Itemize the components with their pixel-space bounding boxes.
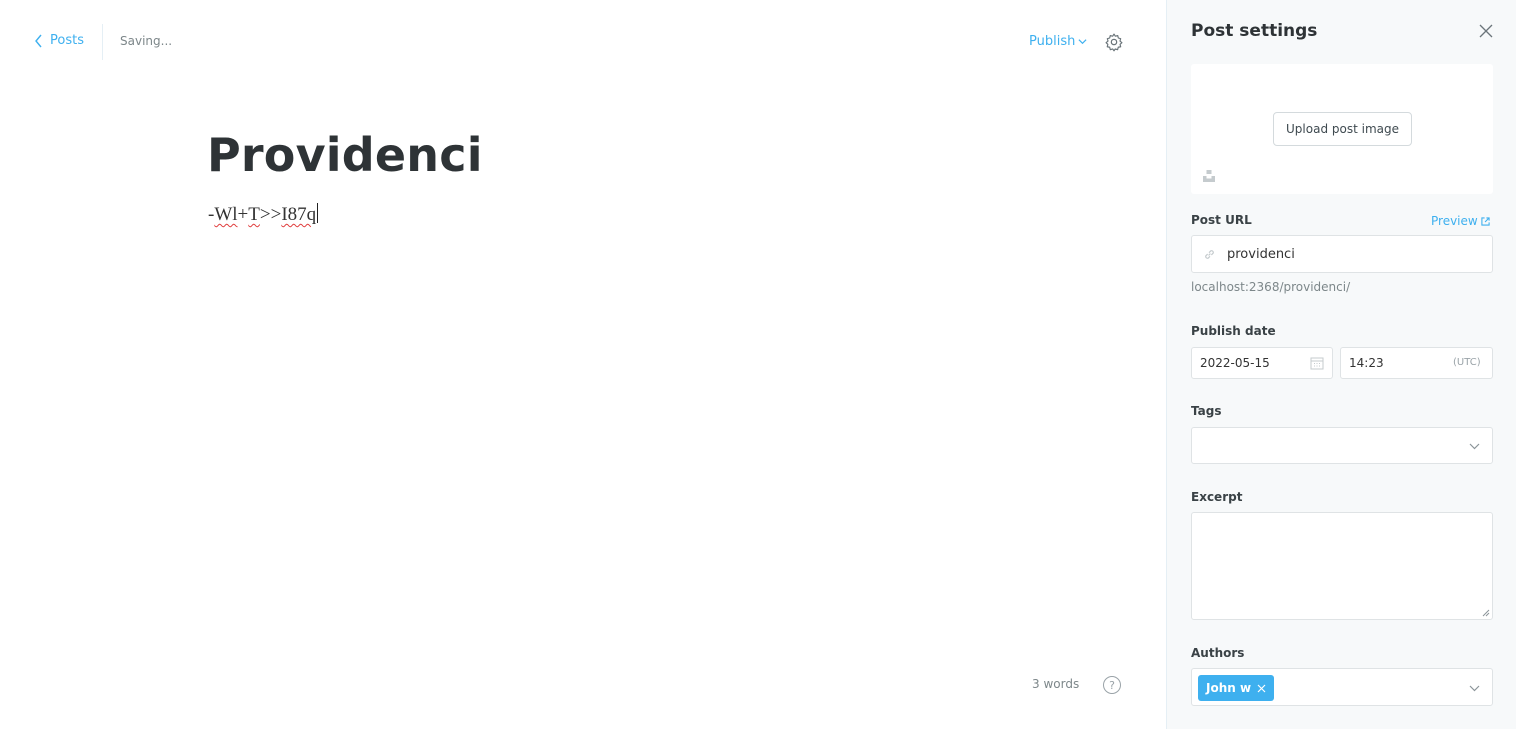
link-icon xyxy=(1205,250,1214,259)
body-text: + xyxy=(237,204,249,225)
authors-label: Authors xyxy=(1191,646,1245,660)
close-icon[interactable] xyxy=(1479,24,1493,38)
post-body-editor[interactable]: -Wl+T>>I87q xyxy=(208,203,319,226)
help-glyph: ? xyxy=(1109,678,1115,692)
publish-button[interactable]: Publish xyxy=(1029,34,1087,49)
chevron-down-icon xyxy=(1469,443,1480,450)
text-caret xyxy=(317,203,319,223)
time-input[interactable] xyxy=(1349,348,1439,378)
chevron-down-icon xyxy=(1469,685,1480,692)
tags-label: Tags xyxy=(1191,404,1222,418)
save-status: Saving... xyxy=(120,34,173,48)
excerpt-label: Excerpt xyxy=(1191,490,1243,504)
excerpt-field[interactable] xyxy=(1191,512,1493,620)
gear-icon[interactable] xyxy=(1104,32,1124,52)
post-url-field[interactable] xyxy=(1191,235,1493,273)
body-text-misspelled: Wl xyxy=(214,204,238,225)
post-title[interactable]: Providenci xyxy=(207,128,483,182)
body-text-misspelled: T xyxy=(248,204,260,225)
upload-post-image-button[interactable]: Upload post image xyxy=(1273,112,1412,146)
topbar-divider xyxy=(102,24,103,60)
panel-title: Post settings xyxy=(1191,21,1318,41)
publish-date-label: Publish date xyxy=(1191,324,1276,338)
author-name: John w xyxy=(1206,681,1252,695)
publish-time-field[interactable]: (UTC) xyxy=(1340,347,1493,379)
publish-date-field[interactable] xyxy=(1191,347,1333,379)
preview-link[interactable]: Preview xyxy=(1431,214,1490,228)
back-to-posts-link[interactable]: Posts xyxy=(34,33,84,48)
external-link-icon xyxy=(1481,216,1490,226)
post-url-label: Post URL xyxy=(1191,213,1252,227)
author-token[interactable]: John w xyxy=(1198,675,1275,701)
resize-grip-icon[interactable] xyxy=(1482,609,1490,617)
body-text-misspelled: I87q xyxy=(281,204,317,225)
preview-label: Preview xyxy=(1431,214,1478,228)
post-url-input[interactable] xyxy=(1227,236,1482,272)
remove-author-icon[interactable] xyxy=(1257,684,1266,693)
post-settings-panel: Post settings Upload post image Post URL… xyxy=(1166,0,1516,729)
tags-select[interactable] xyxy=(1191,427,1493,464)
chevron-left-icon xyxy=(35,34,42,47)
editor-topbar: Posts Saving... Publish xyxy=(0,0,1166,84)
editor-area: Posts Saving... Publish Providenci -Wl+T… xyxy=(0,0,1166,729)
help-icon[interactable]: ? xyxy=(1103,676,1121,694)
back-link-label: Posts xyxy=(50,33,84,48)
post-image-dropzone[interactable]: Upload post image xyxy=(1191,64,1493,194)
word-count: 3 words xyxy=(1032,677,1080,691)
excerpt-textarea[interactable] xyxy=(1192,513,1492,619)
date-input[interactable] xyxy=(1200,348,1300,378)
unsplash-icon[interactable] xyxy=(1202,169,1216,183)
authors-select[interactable]: John w xyxy=(1191,668,1493,706)
body-text: >> xyxy=(259,204,282,225)
chevron-down-icon xyxy=(1078,39,1087,45)
calendar-icon[interactable] xyxy=(1310,356,1324,370)
post-url-hint: localhost:2368/providenci/ xyxy=(1191,280,1351,294)
timezone-label: (UTC) xyxy=(1453,357,1481,368)
publish-label: Publish xyxy=(1029,34,1076,49)
